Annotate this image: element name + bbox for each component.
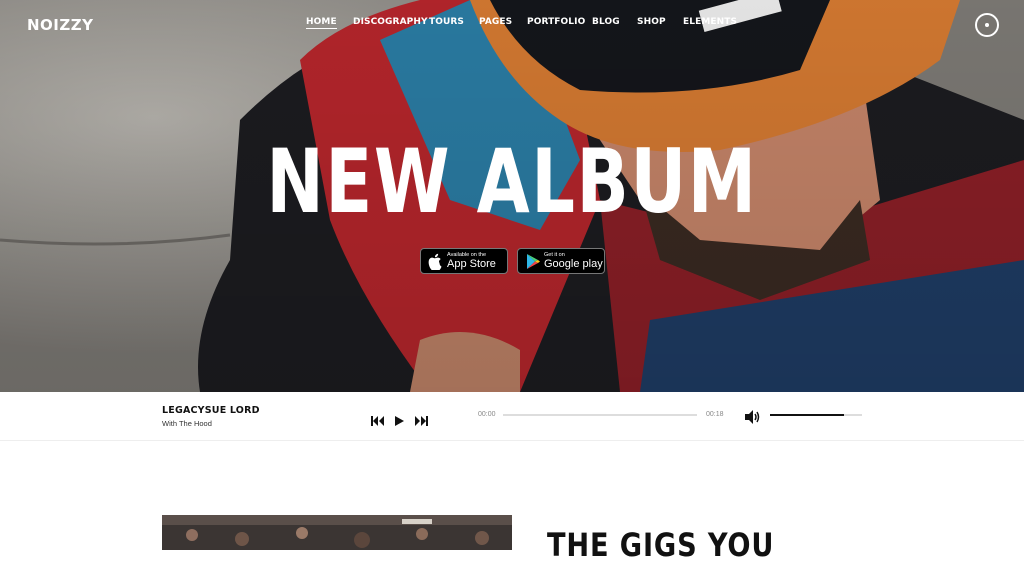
nav-item-shop[interactable]: SHOP xyxy=(637,17,666,27)
top-navigation-bar: NOIZZY HOME DISCOGRAPHY TOURS PAGES PORT… xyxy=(0,0,1024,50)
nav-item-blog[interactable]: BLOG xyxy=(592,17,620,27)
hero-title: NEW ALBUM xyxy=(266,130,758,233)
app-store-button[interactable]: Available on the App Store xyxy=(420,248,508,274)
nav-item-portfolio[interactable]: PORTFOLIO xyxy=(527,17,585,27)
track-artist: With The Hood xyxy=(162,419,212,428)
current-time: 00:00 xyxy=(478,411,496,418)
apple-icon xyxy=(428,253,442,270)
gig-crowd-photo xyxy=(162,515,512,550)
skip-back-icon[interactable] xyxy=(371,416,384,426)
site-logo[interactable]: NOIZZY xyxy=(27,16,94,34)
menu-dot xyxy=(985,23,989,27)
volume-fill xyxy=(770,414,844,416)
nav-item-discography[interactable]: DISCOGRAPHY xyxy=(353,17,428,27)
nav-item-elements[interactable]: ELEMENTS xyxy=(683,17,737,27)
duration: 00:18 xyxy=(706,411,724,418)
nav-item-tours[interactable]: TOURS xyxy=(429,17,464,27)
hero-section: NOIZZY HOME DISCOGRAPHY TOURS PAGES PORT… xyxy=(0,0,1024,392)
play-icon[interactable] xyxy=(394,416,404,426)
volume-slider[interactable] xyxy=(770,414,862,416)
google-play-button[interactable]: Get it on Google play xyxy=(517,248,605,274)
speaker-icon[interactable] xyxy=(745,410,761,424)
app-store-big-text: App Store xyxy=(447,258,496,270)
skip-forward-icon[interactable] xyxy=(415,416,428,426)
track-title: LEGACYSUE LORD xyxy=(162,405,260,416)
google-play-icon xyxy=(527,254,540,269)
nav-item-home[interactable]: HOME xyxy=(306,17,337,29)
audio-player-bar: LEGACYSUE LORD With The Hood 00:00 00:18 xyxy=(0,392,1024,441)
google-play-big-text: Google play xyxy=(544,258,603,270)
nav-item-pages[interactable]: PAGES xyxy=(479,17,512,27)
progress-bar[interactable] xyxy=(503,414,697,416)
circle-menu-icon[interactable] xyxy=(975,13,999,37)
section-heading: THE GIGS YOU xyxy=(547,526,775,564)
